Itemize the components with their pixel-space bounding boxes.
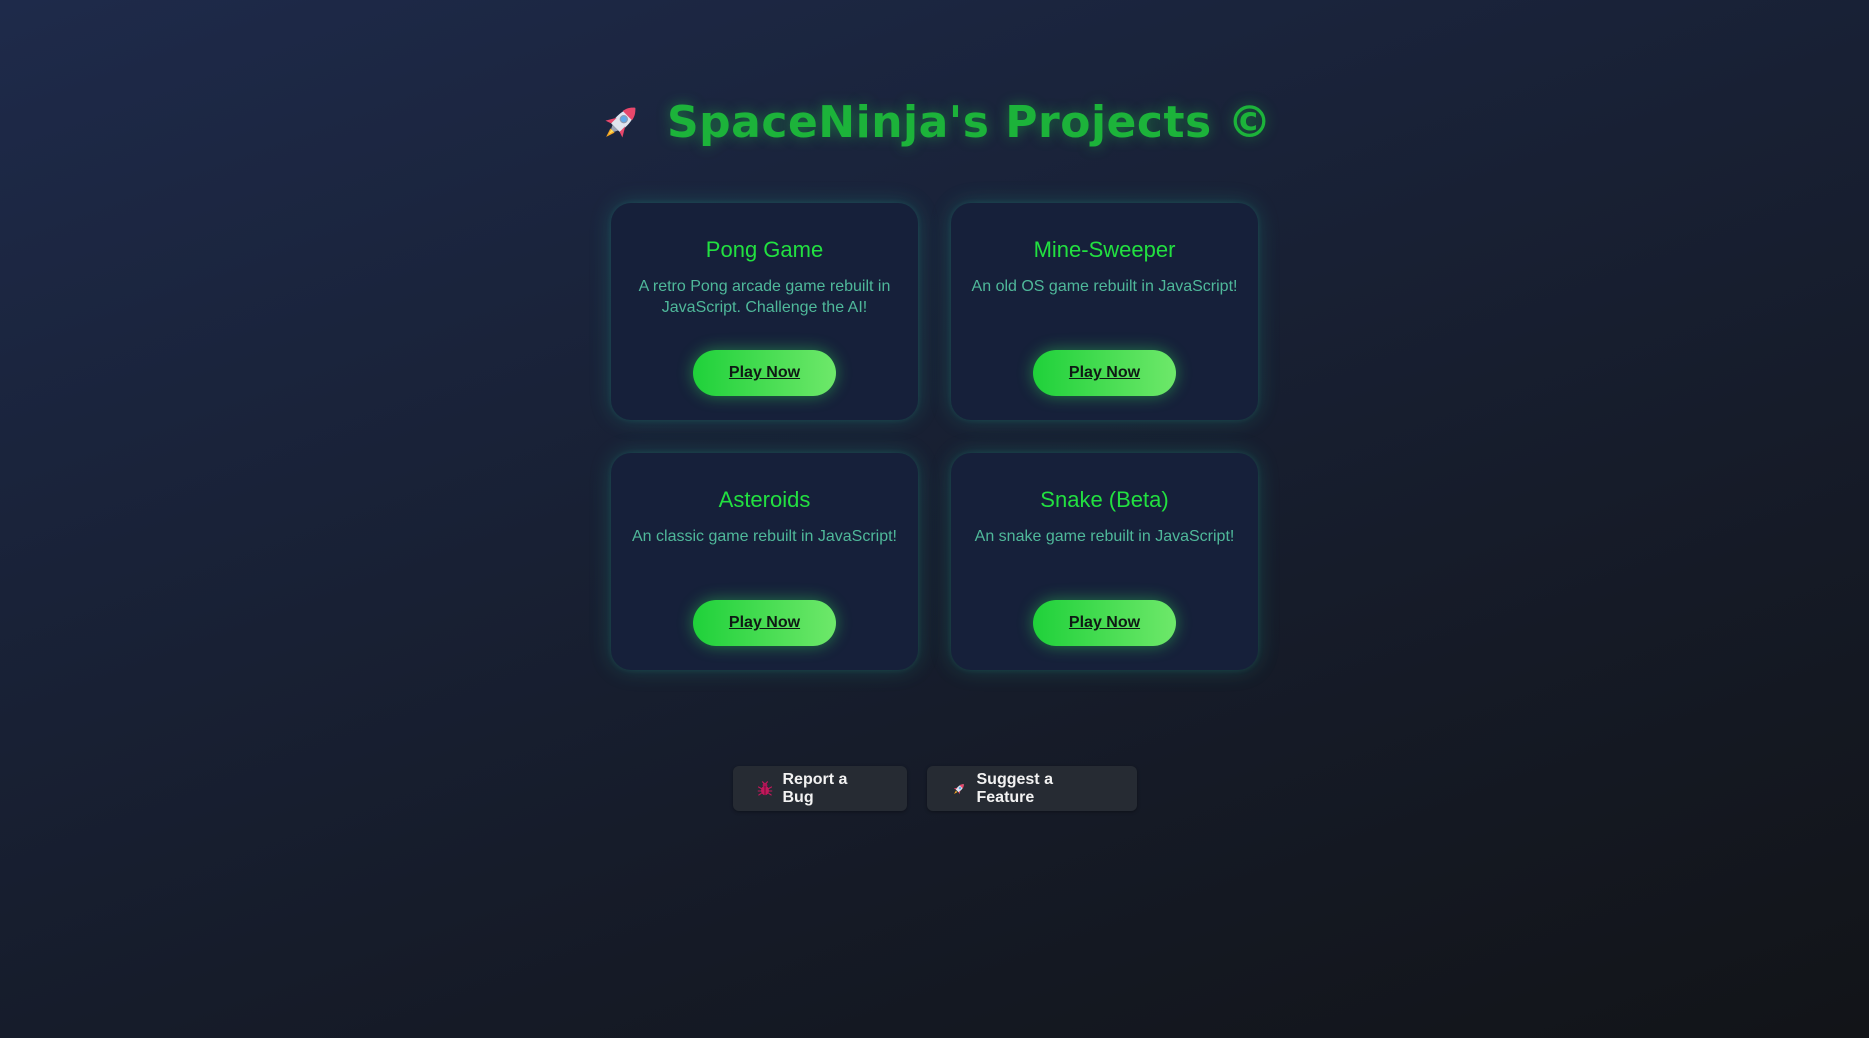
project-title: Pong Game bbox=[705, 237, 824, 262]
project-title: Snake (Beta) bbox=[1040, 487, 1169, 512]
footer-actions: Report a Bug Suggest a Feature bbox=[0, 766, 1869, 811]
play-now-button[interactable]: Play Now bbox=[1033, 600, 1176, 646]
project-card-snake: Snake (Beta) An snake game rebuilt in Ja… bbox=[951, 453, 1258, 670]
page-title: SpaceNinja's Projects © bbox=[666, 96, 1272, 148]
play-now-button[interactable]: Play Now bbox=[1033, 350, 1176, 396]
rocket-icon bbox=[951, 781, 967, 797]
project-card-asteroids: Asteroids An classic game rebuilt in Jav… bbox=[611, 453, 918, 670]
rocket-icon bbox=[597, 98, 645, 146]
project-description: An classic game rebuilt in JavaScript! bbox=[632, 528, 897, 545]
suggest-feature-label: Suggest a Feature bbox=[976, 770, 1053, 806]
report-bug-button[interactable]: Report a Bug bbox=[732, 766, 907, 811]
project-description: An old OS game rebuilt in JavaScript! bbox=[971, 278, 1238, 295]
report-bug-label: Report a Bug bbox=[782, 770, 848, 806]
page-header: SpaceNinja's Projects © bbox=[0, 92, 1869, 152]
project-card-minesweeper: Mine-Sweeper An old OS game rebuilt in J… bbox=[951, 203, 1258, 420]
suggest-feature-button[interactable]: Suggest a Feature bbox=[926, 766, 1137, 811]
project-title: Asteroids bbox=[718, 487, 811, 512]
project-card-pong: Pong Game A retro Pong arcade game rebui… bbox=[611, 203, 918, 420]
bug-icon bbox=[757, 780, 773, 797]
project-title: Mine-Sweeper bbox=[1033, 237, 1176, 262]
project-description: A retro Pong arcade game rebuilt in Java… bbox=[638, 278, 891, 316]
play-now-button[interactable]: Play Now bbox=[693, 350, 836, 396]
projects-grid: Pong Game A retro Pong arcade game rebui… bbox=[611, 203, 1259, 670]
play-now-button[interactable]: Play Now bbox=[693, 600, 836, 646]
project-description: An snake game rebuilt in JavaScript! bbox=[974, 528, 1235, 545]
